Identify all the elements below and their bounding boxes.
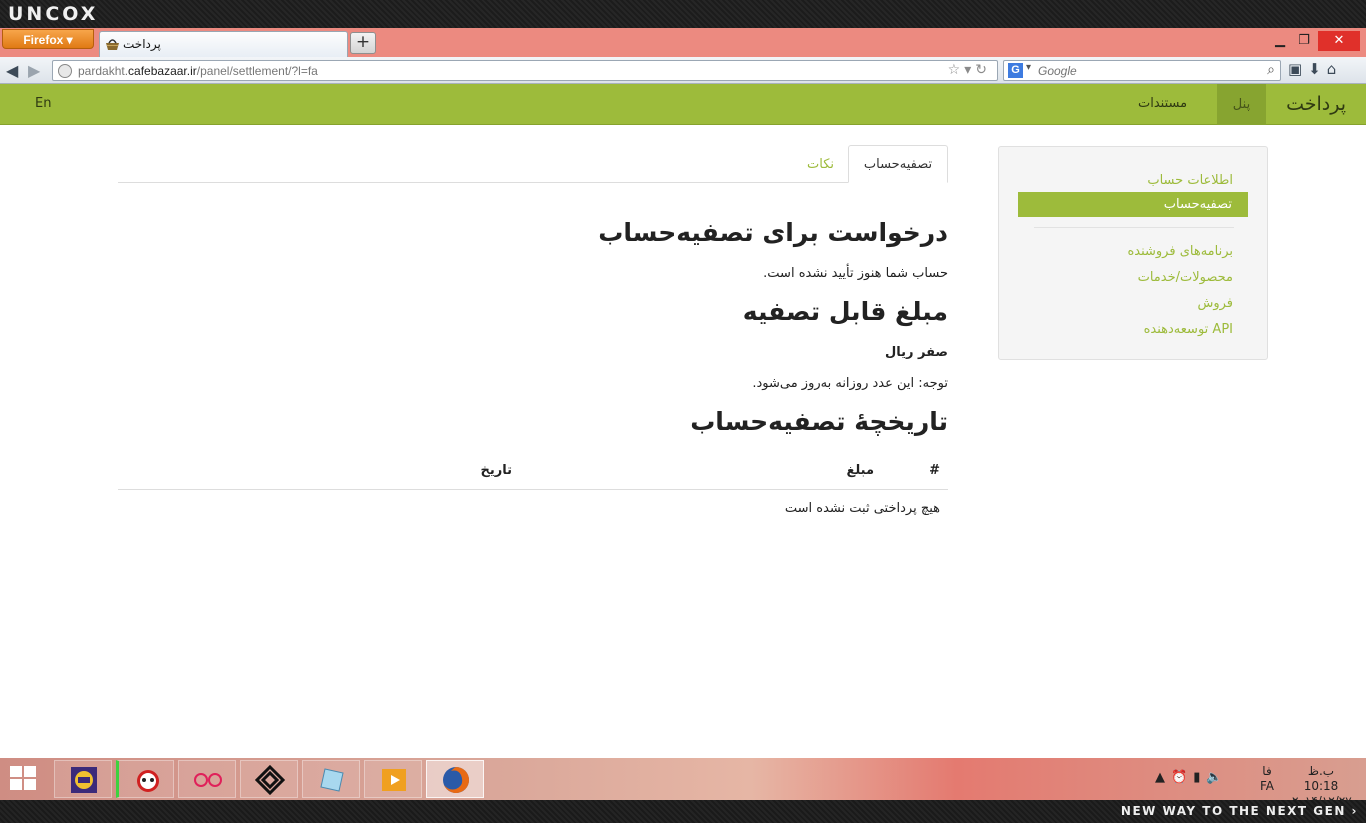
url-bar[interactable]: pardakht.cafebazaar.ir/panel/settlement/…	[52, 60, 998, 81]
os-brand-logo: UNCOX	[8, 3, 99, 25]
notepad-icon	[320, 768, 344, 792]
knot-icon	[255, 765, 285, 795]
toolbar-icons: ▣⬇⌂	[1288, 60, 1364, 81]
taskbar-flickr[interactable]	[178, 760, 236, 798]
system-tray: ▲⏰▮🔈	[1155, 770, 1229, 785]
sidebar-item-settlement[interactable]: تصفیه‌حساب	[1018, 192, 1248, 217]
settlement-history-heading: تاریخچهٔ تصفیه‌حساب	[690, 407, 948, 436]
history-table-header: # مبلغ تاریخ	[118, 458, 948, 490]
taskbar-notepad[interactable]	[302, 760, 360, 798]
network-signal-icon[interactable]: ▮	[1193, 770, 1206, 785]
browser-nav-bar: ◀ ▶ pardakht.cafebazaar.ir/panel/settlem…	[0, 57, 1366, 84]
back-arrow-icon[interactable]: ◀	[6, 61, 18, 80]
google-icon[interactable]: G	[1008, 63, 1023, 78]
nav-panel-link[interactable]: پنل	[1217, 84, 1266, 125]
firefox-menu-button[interactable]: Firefox ▾	[2, 29, 94, 49]
browser-tab-title: پرداخت	[123, 37, 161, 51]
volume-icon[interactable]: 🔈	[1206, 770, 1228, 785]
firefox-icon	[443, 767, 469, 793]
column-header-number: #	[929, 463, 940, 478]
show-hidden-icons-icon[interactable]: ▲	[1155, 770, 1171, 785]
clock-time: ب.ظ 10:18	[1303, 764, 1339, 793]
minimize-icon[interactable]: ▁	[1268, 31, 1292, 51]
media-player-icon	[382, 769, 406, 791]
input-language-indicator[interactable]: فا FA	[1260, 764, 1274, 794]
sidebar: اطلاعات حساب تصفیه‌حساب برنامه‌های فروشن…	[998, 146, 1268, 360]
page-content: اطلاعات حساب تصفیه‌حساب برنامه‌های فروشن…	[0, 125, 1366, 758]
bookmarks-icon[interactable]: ▣	[1288, 60, 1308, 78]
taskbar-java-ee-ide[interactable]	[54, 760, 112, 798]
downloads-icon[interactable]: ⬇	[1308, 60, 1327, 78]
language-switch-link[interactable]: En	[35, 96, 51, 111]
account-status-text: حساب شما هنوز تأیید نشده است.	[763, 266, 948, 281]
taskbar-media-player[interactable]	[364, 760, 422, 798]
bookmark-star-icon[interactable]: ☆	[948, 62, 965, 78]
taskbar-shortcut-app[interactable]	[240, 760, 298, 798]
sidebar-divider	[1034, 227, 1234, 228]
settlement-request-heading: درخواست برای تصفیه‌حساب	[598, 218, 948, 247]
sidebar-item-developer-api[interactable]: API توسعه‌دهنده	[1144, 322, 1233, 337]
restore-icon[interactable]: ❐	[1292, 31, 1316, 51]
browser-tab[interactable]: پرداخت	[99, 31, 348, 57]
sidebar-item-account-info[interactable]: اطلاعات حساب	[1147, 173, 1233, 188]
tabs-divider	[118, 182, 948, 183]
taskbar: ▲⏰▮🔈 فا FA ب.ظ 10:18 ۲۰۱۴/۱۲/۲۷	[0, 758, 1366, 808]
site-header: پرداخت پنل مستندات En	[0, 84, 1366, 125]
url-text[interactable]: pardakht.cafebazaar.ir/panel/settlement/…	[78, 64, 318, 78]
browser-tab-bar: Firefox ▾ پرداخت + ▁ ❐ ✕	[0, 28, 1366, 57]
taskbar-firefox[interactable]	[426, 760, 484, 798]
search-input[interactable]	[1038, 63, 1258, 78]
history-dropdown-icon[interactable]: ▾	[964, 62, 975, 78]
windows-start-icon[interactable]	[10, 766, 38, 792]
tab-tips[interactable]: نکات	[807, 157, 834, 172]
tray-alarm-icon[interactable]: ⏰	[1171, 770, 1193, 785]
os-slogan: NEW WAY TO THE NEXT GEN ›	[1120, 804, 1358, 818]
search-engine-dropdown-icon[interactable]: ▾	[1026, 62, 1031, 73]
globe-icon	[58, 64, 72, 78]
taskbar-alarm-clock[interactable]	[116, 760, 174, 798]
bazaar-basket-icon	[106, 39, 119, 50]
sidebar-item-seller-apps[interactable]: برنامه‌های فروشنده	[1127, 244, 1233, 259]
settleable-amount-value: صفر ریال	[884, 345, 948, 360]
url-bar-icons[interactable]: ☆▾↻	[948, 62, 991, 78]
search-icon[interactable]: ⌕	[1267, 62, 1275, 78]
forward-arrow-icon[interactable]: ▶	[28, 61, 40, 80]
os-top-frame: UNCOX	[0, 0, 1366, 28]
settleable-amount-heading: مبلغ قابل تصفیه	[742, 297, 948, 326]
sidebar-item-sales[interactable]: فروش	[1197, 296, 1233, 311]
alarm-clock-icon	[137, 770, 159, 792]
sidebar-item-products[interactable]: محصولات/خدمات	[1138, 270, 1233, 285]
java-ee-ide-icon	[71, 767, 97, 793]
history-empty-message: هیچ پرداختی ثبت نشده است	[784, 501, 940, 516]
tab-settlement[interactable]: تصفیه‌حساب	[848, 145, 948, 183]
reload-icon[interactable]: ↻	[975, 62, 991, 78]
column-header-amount: مبلغ	[846, 463, 874, 478]
flickr-icon	[194, 773, 222, 787]
new-tab-button[interactable]: +	[350, 32, 376, 54]
column-header-date: تاریخ	[480, 463, 513, 478]
nav-docs-link[interactable]: مستندات	[1138, 96, 1187, 111]
site-brand[interactable]: پرداخت	[1286, 93, 1346, 115]
search-bar[interactable]: G ▾ ⌕	[1003, 60, 1281, 81]
close-window-icon[interactable]: ✕	[1318, 31, 1360, 51]
amount-update-note: توجه: این عدد روزانه به‌روز می‌شود.	[752, 376, 948, 391]
os-bottom-frame: NEW WAY TO THE NEXT GEN ›	[0, 800, 1366, 823]
home-icon[interactable]: ⌂	[1327, 60, 1343, 78]
